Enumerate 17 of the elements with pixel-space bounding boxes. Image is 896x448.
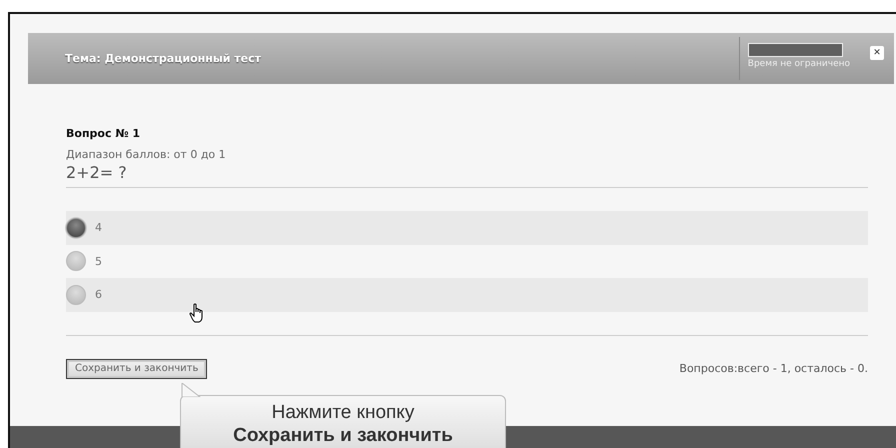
hint-text: Нажмите кнопку — [272, 402, 414, 424]
hand-cursor-icon — [189, 303, 205, 323]
timer-label: Время не ограничено — [748, 59, 850, 69]
option-label: 4 — [95, 221, 102, 234]
radio-button[interactable] — [66, 218, 86, 238]
questions-count: Вопросов:всего - 1, осталось - 0. — [679, 362, 868, 375]
question-number: Вопрос № 1 — [66, 127, 142, 140]
close-button[interactable]: ✕ — [870, 46, 884, 60]
radio-button[interactable] — [66, 284, 86, 305]
score-range: Диапазон баллов: от 0 до 1 — [66, 148, 227, 161]
hint-text: Сохранить и закончить — [233, 424, 453, 448]
test-title: Тема: Демонстрационный тест — [64, 52, 262, 65]
question-text: 2+2= ? — [66, 163, 868, 188]
radio-button[interactable] — [66, 251, 86, 272]
option-label: 5 — [95, 254, 102, 268]
save-finish-button[interactable]: Сохранить и закончить — [66, 358, 208, 378]
option-label: 6 — [95, 288, 102, 302]
